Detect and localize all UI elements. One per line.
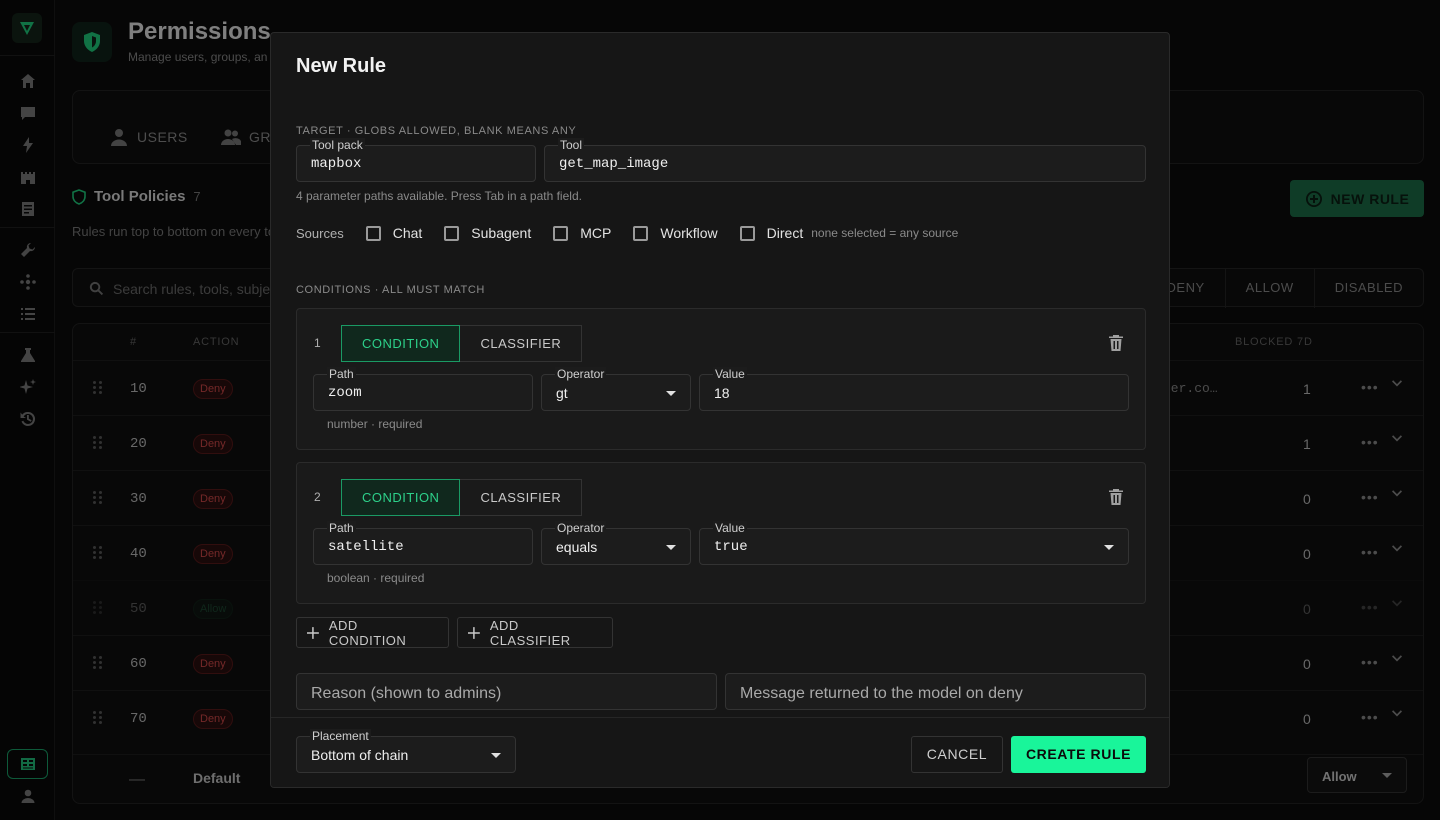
reason-input[interactable]: Reason (shown to admins) — [296, 673, 717, 710]
checkbox-box[interactable] — [739, 225, 755, 241]
plus-icon — [307, 626, 319, 639]
operator-label: Operator — [555, 521, 607, 535]
add-classifier-button[interactable]: ADD CLASSIFIER — [457, 617, 613, 648]
placement-select[interactable]: Placement Bottom of chain — [296, 729, 516, 773]
path-label: Path — [327, 367, 356, 381]
source-direct-checkbox[interactable]: Direct — [739, 225, 804, 241]
checkbox-box[interactable] — [633, 225, 649, 241]
mode-classifier-button[interactable]: CLASSIFIER — [460, 479, 583, 516]
source-direct-label: Direct — [766, 225, 804, 241]
value-select[interactable]: Value true — [699, 521, 1129, 565]
sources-filter: Sources Chat Subagent MCP Workflow Direc… — [296, 223, 958, 243]
plus-icon — [468, 626, 480, 639]
operator-select[interactable]: Operator equals — [541, 521, 691, 565]
dropdown-arrow-icon — [666, 545, 676, 550]
source-mcp-label: MCP — [580, 225, 612, 241]
dropdown-arrow-icon — [491, 753, 501, 758]
tool-pack-value: mapbox — [311, 156, 362, 172]
operator-value: equals — [556, 539, 598, 555]
placement-value: Bottom of chain — [311, 747, 409, 763]
checkbox-box[interactable] — [365, 225, 381, 241]
condition-index: 1 — [314, 336, 321, 350]
reason-placeholder: Reason (shown to admins) — [311, 685, 502, 702]
deny-message-placeholder: Message returned to the model on deny — [740, 685, 1023, 702]
value-value: true — [714, 539, 748, 555]
mode-condition-button[interactable]: CONDITION — [341, 325, 461, 362]
tool-field[interactable]: Tool get_map_image — [544, 138, 1146, 182]
parameter-paths-hint: 4 parameter paths available. Press Tab i… — [296, 189, 582, 203]
condition-index: 2 — [314, 490, 321, 504]
checkbox-box[interactable] — [444, 225, 460, 241]
add-condition-button[interactable]: ADD CONDITION — [296, 617, 449, 648]
source-workflow-checkbox[interactable]: Workflow — [633, 225, 718, 241]
tool-label: Tool — [558, 138, 585, 152]
path-field[interactable]: Path satellite — [313, 521, 533, 565]
dropdown-arrow-icon — [666, 391, 676, 396]
path-label: Path — [327, 521, 356, 535]
value-label: Value — [713, 521, 747, 535]
value-field[interactable]: Value 18 — [699, 367, 1129, 411]
tool-value: get_map_image — [559, 156, 669, 172]
placement-label: Placement — [310, 729, 371, 743]
source-chat-checkbox[interactable]: Chat — [365, 225, 423, 241]
sources-label: Sources — [296, 225, 344, 241]
source-subagent-checkbox[interactable]: Subagent — [444, 225, 531, 241]
condition-mode-toggle: CONDITION CLASSIFIER — [341, 479, 583, 516]
create-rule-button[interactable]: CREATE RULE — [1011, 736, 1146, 773]
source-chat-label: Chat — [392, 225, 423, 241]
mode-condition-button[interactable]: CONDITION — [341, 479, 461, 516]
path-type-hint: boolean · required — [327, 571, 425, 585]
tool-pack-field[interactable]: Tool pack mapbox — [296, 138, 536, 182]
sources-note: none selected = any source — [811, 226, 959, 240]
condition-mode-toggle: CONDITION CLASSIFIER — [341, 325, 583, 362]
dialog-title: New Rule — [296, 55, 387, 77]
cancel-button[interactable]: CANCEL — [911, 736, 1003, 773]
path-field[interactable]: Path zoom — [313, 367, 533, 411]
target-section-label: TARGET · GLOBS ALLOWED, BLANK MEANS ANY — [296, 125, 577, 137]
value-value: 18 — [714, 385, 730, 401]
deny-message-input[interactable]: Message returned to the model on deny — [725, 673, 1146, 710]
value-label: Value — [713, 367, 747, 381]
dialog-footer: Placement Bottom of chain CANCEL CREATE … — [271, 717, 1169, 787]
operator-label: Operator — [555, 367, 607, 381]
source-workflow-label: Workflow — [660, 225, 718, 241]
delete-condition-icon[interactable] — [1109, 489, 1123, 505]
source-mcp-checkbox[interactable]: MCP — [553, 225, 611, 241]
dropdown-arrow-icon — [1104, 545, 1114, 550]
tool-pack-label: Tool pack — [310, 138, 365, 152]
add-condition-label: ADD CONDITION — [328, 617, 407, 648]
operator-select[interactable]: Operator gt — [541, 367, 691, 411]
conditions-section-label: CONDITIONS · ALL MUST MATCH — [296, 284, 485, 296]
add-classifier-label: ADD CLASSIFIER — [489, 617, 571, 648]
condition-card: 2 CONDITION CLASSIFIER Path satellite Op… — [296, 462, 1146, 604]
source-subagent-label: Subagent — [471, 225, 532, 241]
checkbox-box[interactable] — [553, 225, 569, 241]
mode-classifier-button[interactable]: CLASSIFIER — [460, 325, 583, 362]
new-rule-dialog: New Rule TARGET · GLOBS ALLOWED, BLANK M… — [270, 32, 1170, 788]
path-type-hint: number · required — [327, 417, 423, 431]
delete-condition-icon[interactable] — [1109, 335, 1123, 351]
condition-card: 1 CONDITION CLASSIFIER Path zoom Operato… — [296, 308, 1146, 450]
operator-value: gt — [556, 385, 568, 401]
path-value: zoom — [328, 385, 362, 401]
path-value: satellite — [328, 539, 404, 555]
